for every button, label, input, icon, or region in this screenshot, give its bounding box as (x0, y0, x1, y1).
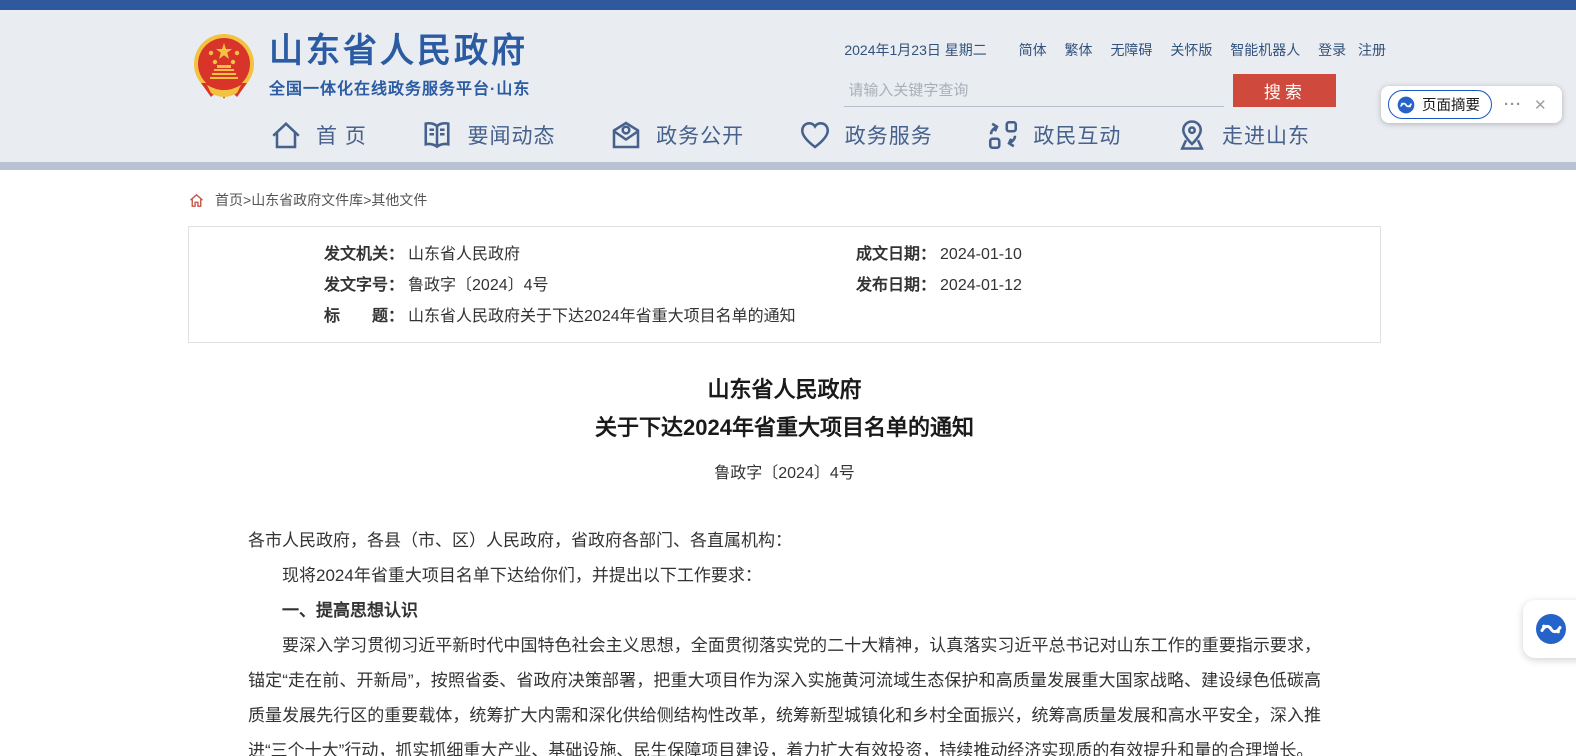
book-icon (419, 117, 455, 153)
home-icon (268, 117, 304, 153)
nav-item-gov-disclosure[interactable]: 政务公开 (608, 117, 744, 153)
site-logo-link[interactable]: 山东省人民政府 全国一体化在线政务服务平台·山东 (193, 32, 530, 99)
breadcrumb: 首页 > 山东省政府文件库 > 其他文件 (188, 170, 1381, 210)
paragraph-salutation: 各市人民政府，各县（市、区）人民政府，省政府各部门、各直属机构： (248, 523, 1321, 558)
link-simplified[interactable]: 简体 (1019, 42, 1047, 58)
nav-label: 政务服务 (845, 120, 933, 150)
page-content: 首页 > 山东省政府文件库 > 其他文件 发文机关： 山东省人民政府 成文日期：… (0, 170, 1576, 756)
paragraph-section-1: 要深入学习贯彻习近平新时代中国特色社会主义思想，全面贯彻落实党的二十大精神，认真… (248, 628, 1321, 756)
meta-written-date-label: 成文日期： (856, 239, 936, 270)
heart-icon (797, 117, 833, 153)
site-subtitle: 全国一体化在线政务服务平台·山东 (269, 75, 530, 99)
document-title-line2: 关于下达2024年省重大项目名单的通知 (188, 409, 1381, 447)
header-divider (0, 162, 1576, 170)
map-pin-icon (1174, 117, 1210, 153)
breadcrumb-library[interactable]: 山东省政府文件库 (251, 190, 363, 210)
link-register[interactable]: 注册 (1358, 42, 1386, 58)
mail-icon (608, 117, 644, 153)
meta-doc-number-value: 鲁政字〔2024〕4号 (408, 270, 549, 301)
meta-publish-date-label: 发布日期： (856, 270, 936, 301)
link-smart-robot[interactable]: 智能机器人 (1230, 42, 1300, 58)
nav-item-gov-services[interactable]: 政务服务 (797, 117, 933, 153)
top-utility-links: 2024年1月23日 星期二 简体 繁体 无障碍 关怀版 智能机器人 登录 注册 (844, 40, 1386, 60)
breadcrumb-separator: > (363, 192, 371, 208)
nav-label: 首 页 (316, 120, 367, 150)
document-title-line1: 山东省人民政府 (188, 371, 1381, 409)
meta-issuing-org-label: 发文机关： (324, 239, 404, 270)
nav-label: 政务公开 (656, 120, 744, 150)
meta-publish-date-value: 2024-01-12 (940, 270, 1022, 301)
breadcrumb-category: 其他文件 (371, 190, 427, 210)
breadcrumb-home[interactable]: 首页 (215, 190, 243, 210)
search-input[interactable] (844, 74, 1224, 107)
page-summary-widget: 页面摘要 ··· ✕ (1381, 86, 1562, 123)
nav-label: 要闻动态 (467, 120, 555, 150)
search-button[interactable]: 搜索 (1233, 74, 1336, 107)
meta-title-label: 标 题： (324, 301, 404, 332)
main-navigation: 首 页 要闻动态 政务公开 政务服务 (0, 108, 1576, 162)
document-number: 鲁政字〔2024〕4号 (188, 459, 1381, 483)
close-icon[interactable]: ✕ (1534, 96, 1547, 114)
more-options-icon[interactable]: ··· (1504, 100, 1522, 110)
site-title: 山东省人民政府 (269, 32, 530, 70)
paragraph-intro: 现将2024年省重大项目名单下达给你们，并提出以下工作要求： (248, 558, 1321, 593)
link-login[interactable]: 登录 (1318, 42, 1346, 58)
nav-label: 政民互动 (1033, 120, 1121, 150)
document-title: 山东省人民政府 关于下达2024年省重大项目名单的通知 (188, 371, 1381, 447)
floating-assistant-widget[interactable] (1523, 600, 1576, 658)
current-date: 2024年1月23日 星期二 (844, 42, 986, 58)
link-traditional[interactable]: 繁体 (1065, 42, 1093, 58)
page-summary-button[interactable]: 页面摘要 (1388, 90, 1492, 119)
link-accessibility[interactable]: 无障碍 (1110, 42, 1152, 58)
nav-item-interaction[interactable]: 政民互动 (985, 117, 1121, 153)
meta-written-date-value: 2024-01-10 (940, 239, 1022, 270)
meta-issuing-org-value: 山东省人民政府 (408, 239, 520, 270)
meta-doc-number-label: 发文字号： (324, 270, 404, 301)
section-heading-1: 一、提高思想认识 (248, 593, 1321, 628)
document-body: 各市人民政府，各县（市、区）人民政府，省政府各部门、各直属机构： 现将2024年… (188, 523, 1381, 756)
nav-item-news[interactable]: 要闻动态 (419, 117, 555, 153)
assistant-logo-icon (1533, 611, 1569, 647)
interaction-icon (985, 117, 1021, 153)
nav-item-home[interactable]: 首 页 (268, 117, 367, 153)
link-care-version[interactable]: 关怀版 (1170, 42, 1212, 58)
meta-title-value: 山东省人民政府关于下达2024年省重大项目名单的通知 (408, 301, 796, 332)
home-breadcrumb-icon (188, 192, 205, 209)
summary-logo-icon (1396, 95, 1416, 115)
document-meta-box: 发文机关： 山东省人民政府 成文日期： 2024-01-10 发文字号： 鲁政字… (188, 226, 1381, 343)
top-accent-bar (0, 0, 1576, 10)
page-summary-label: 页面摘要 (1422, 94, 1480, 115)
site-header: 山东省人民政府 全国一体化在线政务服务平台·山东 2024年1月23日 星期二 … (0, 10, 1576, 108)
breadcrumb-separator: > (243, 192, 251, 208)
nav-item-visit-shandong[interactable]: 走进山东 (1174, 117, 1310, 153)
nav-label: 走进山东 (1222, 120, 1310, 150)
national-emblem-icon (193, 33, 255, 99)
